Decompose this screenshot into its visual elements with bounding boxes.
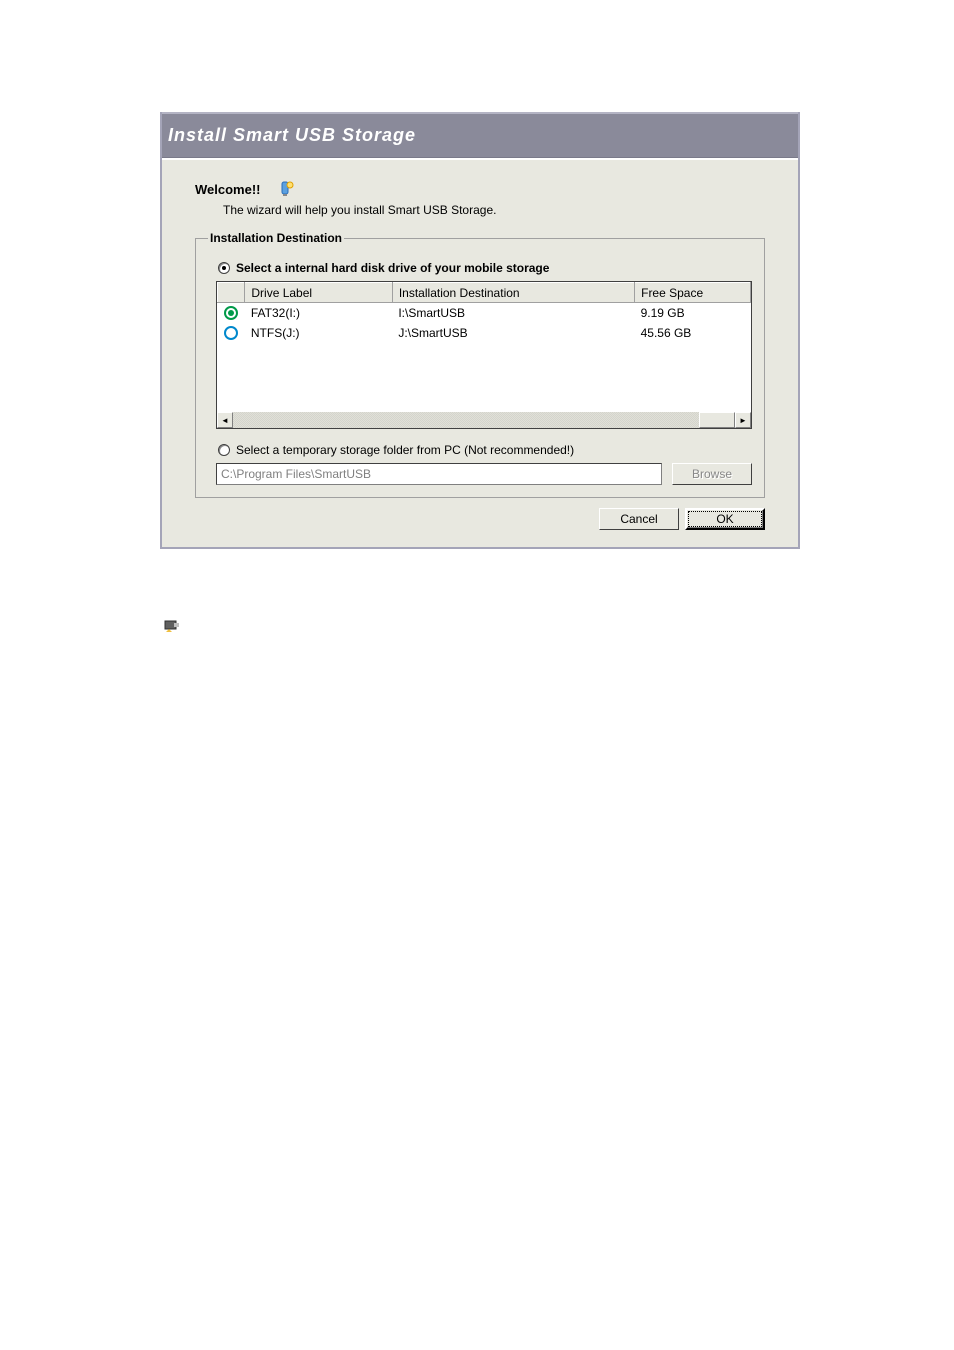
drive-label-cell: NTFS(J:) <box>245 323 392 343</box>
col-header-dest[interactable]: Installation Destination <box>392 283 634 303</box>
drive-dest-cell: J:\SmartUSB <box>392 323 634 343</box>
title-bar: Install Smart USB Storage <box>162 112 798 158</box>
col-header-free[interactable]: Free Space <box>635 283 751 303</box>
option-internal-drive[interactable]: Select a internal hard disk drive of you… <box>218 261 752 275</box>
scroll-track[interactable] <box>233 412 699 428</box>
wizard-subtitle: The wizard will help you install Smart U… <box>223 203 765 217</box>
welcome-label: Welcome!! <box>195 182 261 197</box>
option-temp-folder[interactable]: Select a temporary storage folder from P… <box>218 443 752 457</box>
path-input[interactable] <box>216 463 662 485</box>
col-header-icon[interactable] <box>218 283 245 303</box>
ok-button[interactable]: OK <box>685 508 765 530</box>
option-internal-label: Select a internal hard disk drive of you… <box>236 261 549 275</box>
table-row[interactable]: FAT32(I:) I:\SmartUSB 9.19 GB <box>218 303 751 323</box>
drive-radio-icon <box>224 326 238 340</box>
groupbox-legend: Installation Destination <box>208 231 344 245</box>
install-dialog: Install Smart USB Storage Welcome!! The … <box>160 112 800 549</box>
installation-destination-group: Installation Destination Select a intern… <box>195 231 765 498</box>
horizontal-scrollbar[interactable]: ◄ ► <box>217 412 751 428</box>
option-temp-label: Select a temporary storage folder from P… <box>236 443 574 457</box>
drive-free-cell: 45.56 GB <box>635 323 751 343</box>
table-row[interactable]: NTFS(J:) J:\SmartUSB 45.56 GB <box>218 323 751 343</box>
tray-usb-icon[interactable] <box>164 618 180 634</box>
usb-icon <box>279 181 295 197</box>
drive-dest-cell: I:\SmartUSB <box>392 303 634 323</box>
col-header-label[interactable]: Drive Label <box>245 283 392 303</box>
cancel-button[interactable]: Cancel <box>599 508 679 530</box>
radio-icon <box>218 444 230 456</box>
radio-icon <box>218 262 230 274</box>
drive-radio-icon <box>224 306 238 320</box>
drive-free-cell: 9.19 GB <box>635 303 751 323</box>
dialog-body: Welcome!! The wizard will help you insta… <box>162 158 798 547</box>
table-header-row: Drive Label Installation Destination Fre… <box>218 283 751 303</box>
drive-table: Drive Label Installation Destination Fre… <box>216 281 752 429</box>
scroll-right-button[interactable]: ► <box>735 412 751 428</box>
scroll-left-button[interactable]: ◄ <box>217 412 233 428</box>
browse-button[interactable]: Browse <box>672 463 752 485</box>
dialog-title: Install Smart USB Storage <box>168 125 416 146</box>
scroll-right-thumb-spacer[interactable] <box>699 412 735 428</box>
drive-label-cell: FAT32(I:) <box>245 303 392 323</box>
